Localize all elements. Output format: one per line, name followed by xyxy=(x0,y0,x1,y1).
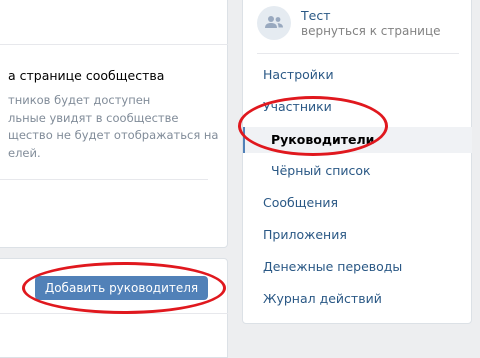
group-name: Тест xyxy=(301,8,331,23)
sidebar-item-blacklist[interactable]: Чёрный список xyxy=(243,158,472,184)
content-divider xyxy=(0,179,208,180)
actions-divider xyxy=(0,313,228,314)
sidebar-item-messages[interactable]: Сообщения xyxy=(243,190,472,216)
actions-card xyxy=(0,258,228,358)
sidebar-divider xyxy=(257,53,459,54)
sidebar-item-money-transfers[interactable]: Денежные переводы xyxy=(243,254,472,280)
group-people-icon xyxy=(265,16,283,28)
section-title: а странице сообщества xyxy=(8,68,165,83)
sidebar-item-action-log[interactable]: Журнал действий xyxy=(243,286,472,312)
sidebar-item-managers[interactable]: Руководители xyxy=(243,127,472,153)
sidebar-item-members[interactable]: Участники xyxy=(243,94,472,120)
sidebar-item-settings[interactable]: Настройки xyxy=(243,62,472,88)
add-manager-button[interactable]: Добавить руководителя xyxy=(35,276,208,300)
back-to-page-link[interactable]: вернуться к странице xyxy=(301,24,441,38)
sidebar-item-apps[interactable]: Приложения xyxy=(243,222,472,248)
group-avatar[interactable] xyxy=(257,6,291,40)
section-description: тников будет доступен льные увидят в соо… xyxy=(8,93,219,160)
header-divider xyxy=(0,44,228,45)
